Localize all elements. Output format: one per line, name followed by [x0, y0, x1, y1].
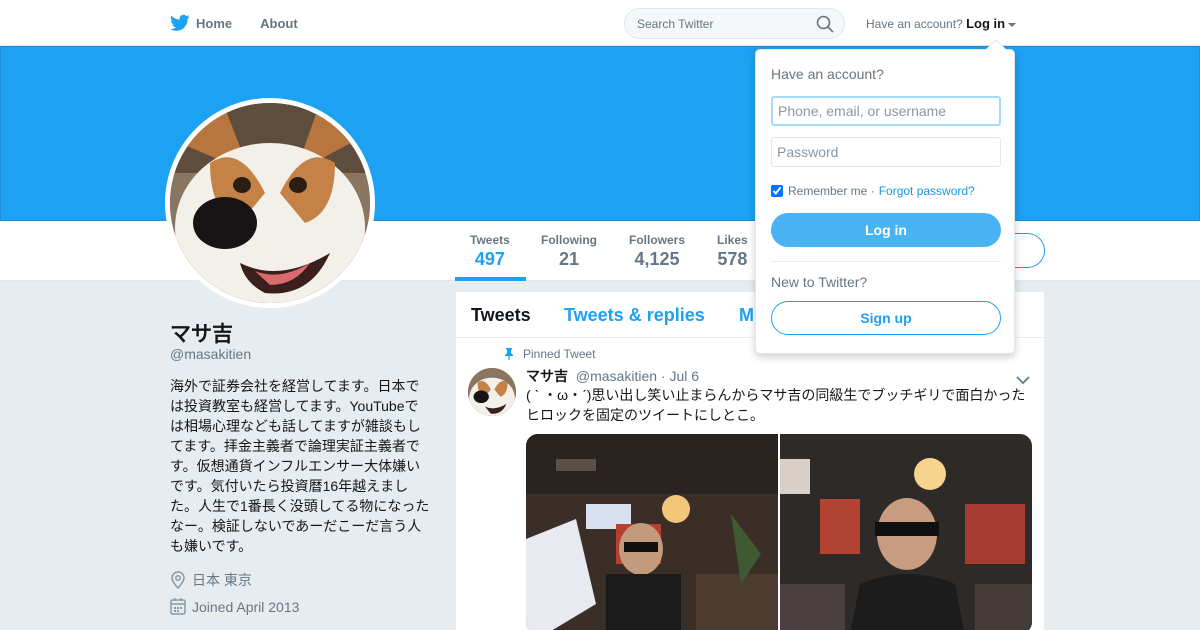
stat-followers[interactable]: Followers 4,125 — [629, 233, 685, 270]
calendar-icon — [170, 598, 186, 615]
signup-button[interactable]: Sign up — [771, 301, 1001, 335]
login-dropdown-toggle[interactable]: Have an account? Log in — [866, 16, 1017, 31]
profile-location: 日本 東京 — [170, 570, 252, 590]
tweet-avatar[interactable] — [468, 368, 516, 416]
bar-scene-photo — [526, 434, 778, 630]
stat-label: Tweets — [470, 233, 510, 247]
profile-bio: 海外で証券会社を経営してます。日本では投資教室も経営してます。YouTubeでは… — [170, 378, 430, 554]
home-nav-link[interactable]: Home — [170, 14, 232, 32]
nav-left: Home About — [170, 0, 326, 46]
stat-likes[interactable]: Likes 578 — [717, 233, 748, 270]
stat-label: Followers — [629, 233, 686, 247]
top-navigation-bar: Home About Have an account? Log in — [0, 0, 1200, 46]
pinned-tweet-label: Pinned Tweet — [504, 347, 596, 361]
pin-icon — [505, 348, 513, 360]
tab-tweets[interactable]: Tweets — [471, 305, 531, 326]
password-input[interactable] — [771, 137, 1001, 167]
dog-thumbnail — [468, 368, 516, 416]
tab-tweets-replies[interactable]: Tweets & replies — [564, 305, 705, 326]
twitter-bird-icon — [170, 14, 190, 31]
search-input[interactable] — [625, 9, 805, 38]
tweet-photo-2[interactable] — [780, 434, 1032, 630]
location-pin-icon — [171, 571, 185, 589]
stat-label: Likes — [717, 233, 748, 247]
active-tab-indicator — [455, 277, 526, 281]
caret-down-icon — [1008, 22, 1017, 27]
profile-avatar[interactable] — [165, 98, 375, 308]
divider — [771, 261, 1001, 262]
location-text: 日本 東京 — [192, 572, 252, 588]
stat-value: 578 — [717, 249, 748, 269]
login-link[interactable]: Log in — [966, 16, 1005, 31]
login-button[interactable]: Log in — [771, 213, 1001, 247]
stat-value: 4,125 — [634, 249, 680, 269]
pinned-text: Pinned Tweet — [523, 347, 596, 361]
tweet-date[interactable]: · Jul 6 — [661, 368, 699, 384]
profile-handle[interactable]: @masakitien — [170, 346, 251, 362]
stat-tweets[interactable]: Tweets 497 — [470, 233, 510, 270]
new-to-twitter-text: New to Twitter? — [771, 274, 868, 290]
search-icon[interactable] — [816, 15, 834, 38]
tweet-photo-1[interactable] — [526, 434, 778, 630]
tweet-header: マサ吉 @masakitien · Jul 6 — [526, 366, 699, 386]
dog-photo — [170, 103, 370, 303]
tweet-text: ( ˋ ・ω・ˊ)思い出し笑い止まらんからマサ吉の同級生でブッチギリで面白かった… — [526, 387, 1026, 423]
joined-text: Joined April 2013 — [192, 598, 300, 615]
username-input[interactable] — [771, 96, 1001, 126]
man-sunglasses-photo — [780, 434, 1032, 630]
about-label: About — [260, 15, 298, 31]
profile-name[interactable]: マサ吉 — [170, 318, 233, 348]
stat-value: 21 — [558, 249, 580, 269]
search-box — [624, 8, 845, 39]
remember-checkbox[interactable] — [771, 185, 783, 197]
home-label: Home — [196, 15, 233, 31]
profile-joined: Joined April 2013 — [170, 598, 299, 615]
tab-media[interactable]: M — [739, 305, 754, 326]
login-dropdown: Have an account? Remember me · Forgot pa… — [755, 39, 1015, 354]
stat-value: 497 — [474, 249, 505, 269]
stat-label: Following — [541, 233, 597, 247]
dropdown-title: Have an account? — [771, 66, 884, 82]
forgot-password-link[interactable]: Forgot password? — [879, 184, 975, 198]
have-account-text: Have an account? — [866, 17, 963, 31]
tweet-author-handle[interactable]: @masakitien — [576, 368, 657, 384]
about-nav-link[interactable]: About — [260, 16, 298, 31]
remember-label: Remember me · — [788, 184, 875, 198]
remember-row: Remember me · Forgot password? — [771, 184, 975, 198]
tweet-author-name[interactable]: マサ吉 — [526, 368, 568, 384]
stat-following[interactable]: Following 21 — [541, 233, 597, 270]
tweet-media[interactable] — [526, 434, 1032, 630]
